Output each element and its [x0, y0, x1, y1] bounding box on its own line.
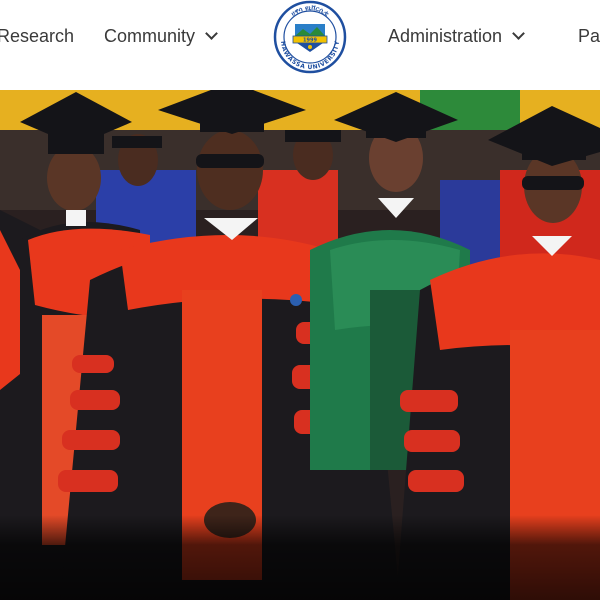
university-logo[interactable]: ሀዋሳ ዩኒቨርሲቲ HAWASSA UNIVERSITY 1999	[273, 0, 347, 74]
logo-banner-text: 1999	[303, 38, 317, 44]
nav-item-label: Administration	[388, 25, 503, 46]
nav-item-partial[interactable]: Pa	[578, 22, 600, 50]
chevron-down-icon	[205, 27, 218, 40]
chevron-down-icon	[512, 27, 525, 40]
nav-item-administration[interactable]: Administration	[388, 22, 525, 50]
nav-item-community[interactable]: Community	[104, 22, 218, 50]
nav-item-label: Pa	[578, 25, 600, 46]
hero-banner	[0, 90, 600, 600]
nav-item-research[interactable]: Research	[0, 22, 74, 50]
nav-item-label: Community	[104, 25, 196, 46]
main-navigation: Research Community ሀዋሳ ዩኒቨርሲቲ HAWASSA UN…	[0, 0, 600, 90]
nav-item-label: Research	[0, 25, 75, 46]
hero-bottom-shade	[0, 515, 600, 600]
